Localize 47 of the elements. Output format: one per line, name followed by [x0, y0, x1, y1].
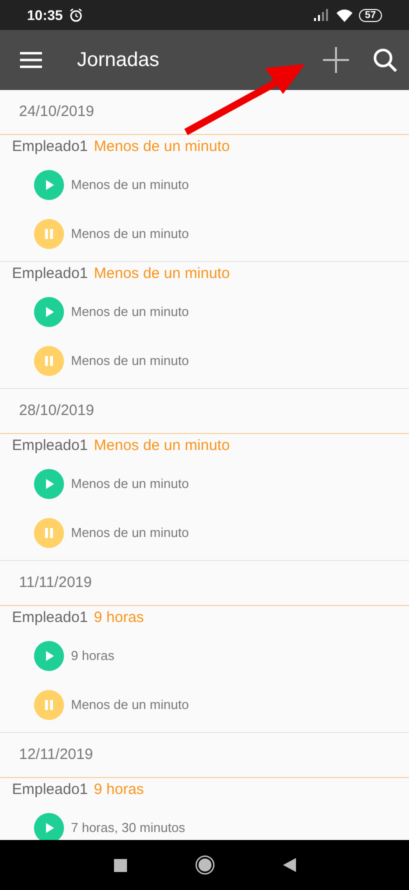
plus-icon	[322, 46, 350, 74]
employee-name: Empleado1	[12, 608, 88, 628]
employee-name: Empleado1	[12, 264, 88, 284]
employee-name: Empleado1	[12, 436, 88, 456]
employee-name: Empleado1	[12, 780, 88, 800]
search-icon	[372, 47, 398, 73]
employee-name: Empleado1	[12, 137, 88, 158]
entry-duration: 9 horas	[71, 646, 114, 665]
status-time: 10:35	[27, 6, 63, 24]
pause-icon	[34, 346, 64, 376]
total-duration: Menos de un minuto	[94, 264, 230, 284]
menu-icon	[20, 52, 42, 68]
menu-button[interactable]	[20, 49, 42, 71]
recents-icon[interactable]	[114, 858, 126, 872]
home-icon[interactable]	[194, 855, 214, 875]
pause-icon	[34, 518, 64, 548]
entry-duration: Menos de un minuto	[71, 696, 189, 714]
battery-icon: 57	[358, 8, 382, 22]
pause-icon	[34, 690, 64, 720]
alarm-icon	[68, 8, 83, 22]
entry-duration: 7 horas, 30 minutos	[71, 818, 186, 837]
add-button[interactable]	[322, 46, 350, 74]
date-header: 24/10/2019	[19, 102, 94, 122]
total-duration: Menos de un minuto	[94, 436, 230, 456]
wifi-icon	[336, 8, 353, 22]
date-header: 11/11/2019	[19, 572, 92, 593]
total-duration: 9 horas	[94, 780, 144, 800]
back-icon[interactable]	[282, 858, 296, 872]
date-header: 28/10/2019	[19, 400, 94, 421]
total-duration: Menos de un minuto	[94, 137, 230, 158]
entry-duration: Menos de un minuto	[71, 352, 189, 370]
entry-duration: Menos de un minuto	[71, 302, 189, 321]
app-bar-title: Jornadas	[77, 48, 160, 73]
signal-icon	[314, 9, 330, 21]
date-header: 12/11/2019	[19, 744, 93, 765]
total-duration: 9 horas	[94, 608, 144, 628]
play-icon	[34, 812, 64, 840]
pause-icon	[34, 218, 64, 248]
play-icon	[34, 468, 64, 498]
play-icon	[34, 296, 64, 326]
entry-duration: Menos de un minuto	[71, 224, 189, 243]
entry-duration: Menos de un minuto	[71, 176, 189, 194]
play-icon	[34, 640, 64, 670]
entry-duration: Menos de un minuto	[71, 524, 189, 542]
play-icon	[34, 170, 64, 200]
entry-duration: Menos de un minuto	[71, 474, 189, 493]
search-button[interactable]	[372, 47, 398, 73]
